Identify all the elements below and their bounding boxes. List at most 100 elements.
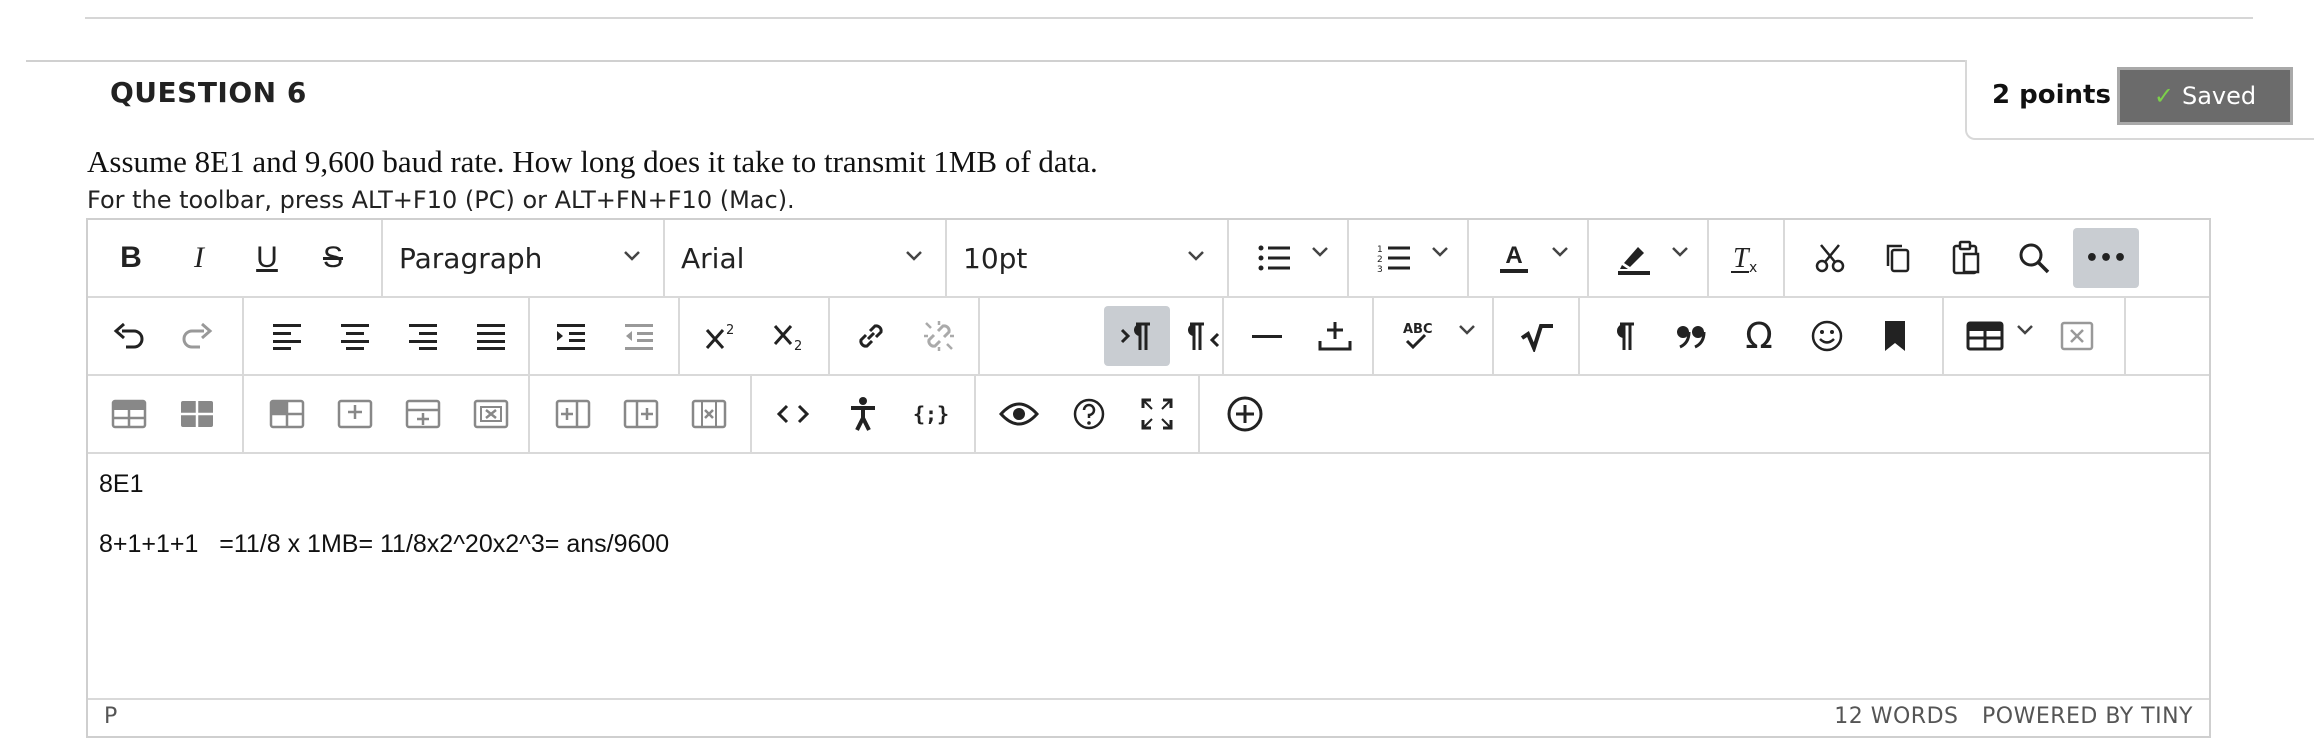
spellcheck-group: ABC	[1374, 298, 1494, 374]
highlight-group	[1589, 220, 1709, 296]
strikethrough-button[interactable]: S	[304, 228, 362, 288]
font-size-select[interactable]: 10pt	[947, 228, 1227, 288]
powered-by-link[interactable]: POWERED BY TINY	[1982, 704, 2193, 729]
align-left-button[interactable]	[258, 306, 316, 366]
text-color-group: A	[1469, 220, 1589, 296]
copy-button[interactable]	[1869, 228, 1927, 288]
check-icon: ✓	[2153, 82, 2174, 110]
justify-button[interactable]	[462, 306, 520, 366]
fullscreen-button[interactable]	[1128, 384, 1186, 444]
table-group	[1944, 298, 2126, 374]
delete-column-button[interactable]	[680, 384, 738, 444]
bullet-list-button[interactable]	[1245, 228, 1303, 288]
plus-circle-icon	[1227, 396, 1263, 432]
help-button[interactable]	[1060, 384, 1118, 444]
special-character-button[interactable]: Ω	[1730, 306, 1788, 366]
insert-row-after-button[interactable]	[394, 384, 452, 444]
insert-content-icon	[1318, 322, 1352, 351]
chevron-down-icon[interactable]	[1311, 246, 1329, 258]
svg-text:2: 2	[726, 323, 734, 338]
chevron-down-icon[interactable]	[1671, 246, 1689, 258]
spellcheck-button[interactable]: ABC	[1388, 306, 1446, 366]
add-content-group	[1200, 376, 1290, 452]
bullet-list-icon	[1258, 245, 1290, 271]
italic-button[interactable]: I	[170, 228, 228, 288]
subscript-button[interactable]: 2	[760, 306, 818, 366]
question-text: Assume 8E1 and 9,600 baud rate. How long…	[87, 144, 1098, 179]
cut-button[interactable]	[1801, 228, 1859, 288]
clear-format-group: Tx	[1709, 220, 1785, 296]
align-right-icon	[409, 324, 437, 350]
table-cell-props-button[interactable]	[168, 384, 226, 444]
delete-table-button[interactable]	[2048, 306, 2106, 366]
superscript-icon: 2	[705, 323, 734, 349]
indent-button[interactable]	[542, 306, 600, 366]
undo-icon	[113, 322, 144, 349]
insert-row-after-icon	[405, 399, 441, 429]
svg-text:3: 3	[1377, 265, 1383, 273]
table-row-icon	[111, 399, 147, 429]
find-button[interactable]	[2005, 228, 2063, 288]
insert-anchor-button[interactable]	[1306, 306, 1364, 366]
superscript-button[interactable]: 2	[692, 306, 750, 366]
quote-icon	[1677, 326, 1706, 349]
show-blocks-button[interactable]	[1594, 306, 1652, 366]
font-size-group: 10pt	[947, 220, 1229, 296]
unlink-button[interactable]	[910, 306, 968, 366]
numbered-list-button[interactable]: 123	[1365, 228, 1423, 288]
insert-column-after-button[interactable]	[612, 384, 670, 444]
font-family-select[interactable]: Arial	[665, 228, 945, 288]
delete-row-button[interactable]	[462, 384, 520, 444]
insert-row-before-icon	[337, 399, 373, 429]
svg-text:{;}: {;}	[913, 402, 949, 426]
word-count[interactable]: 12 WORDS	[1834, 704, 1958, 729]
emoticons-button[interactable]	[1798, 306, 1856, 366]
saved-button[interactable]: ✓ Saved	[2117, 67, 2293, 125]
horizontal-line-icon	[1252, 335, 1282, 338]
bold-button[interactable]: B	[102, 228, 160, 288]
history-group	[88, 298, 244, 374]
code-icon	[776, 404, 810, 424]
blockquote-button[interactable]	[1662, 306, 1720, 366]
align-right-button[interactable]	[394, 306, 452, 366]
paste-button[interactable]	[1937, 228, 1995, 288]
text-color-button[interactable]: A	[1485, 228, 1543, 288]
clipboard-group: •••	[1785, 220, 2209, 296]
pilcrow-icon	[1617, 322, 1634, 350]
eye-icon	[999, 402, 1039, 426]
block-format-select[interactable]: Paragraph	[383, 228, 663, 288]
redo-button[interactable]	[168, 306, 226, 366]
element-path[interactable]: P	[104, 704, 117, 729]
outdent-button[interactable]	[610, 306, 668, 366]
insert-column-before-button[interactable]	[544, 384, 602, 444]
chevron-down-icon[interactable]	[2016, 324, 2034, 336]
underline-button[interactable]: U	[238, 228, 296, 288]
indent-group	[530, 298, 680, 374]
ltr-button[interactable]	[1104, 306, 1170, 366]
chevron-down-icon	[624, 251, 640, 261]
more-button[interactable]: •••	[2073, 228, 2139, 288]
fullscreen-icon	[1141, 398, 1173, 430]
preview-button[interactable]	[990, 384, 1048, 444]
clear-formatting-button[interactable]: Tx	[1718, 228, 1776, 288]
insert-link-button[interactable]	[842, 306, 900, 366]
horizontal-line-button[interactable]	[1238, 306, 1296, 366]
undo-button[interactable]	[100, 306, 158, 366]
insert-table-button[interactable]	[1956, 306, 2014, 366]
table-row-props-button[interactable]	[100, 384, 158, 444]
chevron-down-icon[interactable]	[1431, 246, 1449, 258]
chevron-down-icon[interactable]	[1458, 324, 1476, 336]
accessibility-checker-button[interactable]	[834, 384, 892, 444]
chevron-down-icon[interactable]	[1551, 246, 1569, 258]
insert-row-before-button[interactable]	[326, 384, 384, 444]
add-content-button[interactable]	[1216, 384, 1274, 444]
highlight-button[interactable]	[1605, 228, 1663, 288]
math-equation-button[interactable]	[1508, 306, 1566, 366]
source-code-button[interactable]	[764, 384, 822, 444]
align-center-button[interactable]	[326, 306, 384, 366]
merge-cells-button[interactable]	[258, 384, 316, 444]
template-placeholder-button[interactable]: {;}	[902, 384, 960, 444]
align-left-icon	[273, 324, 301, 350]
bookmark-button[interactable]	[1866, 306, 1924, 366]
editor-content[interactable]: 8E1 8+1+1+1 =11/8 x 1MB= 11/8x2^20x2^3= …	[88, 456, 2209, 700]
